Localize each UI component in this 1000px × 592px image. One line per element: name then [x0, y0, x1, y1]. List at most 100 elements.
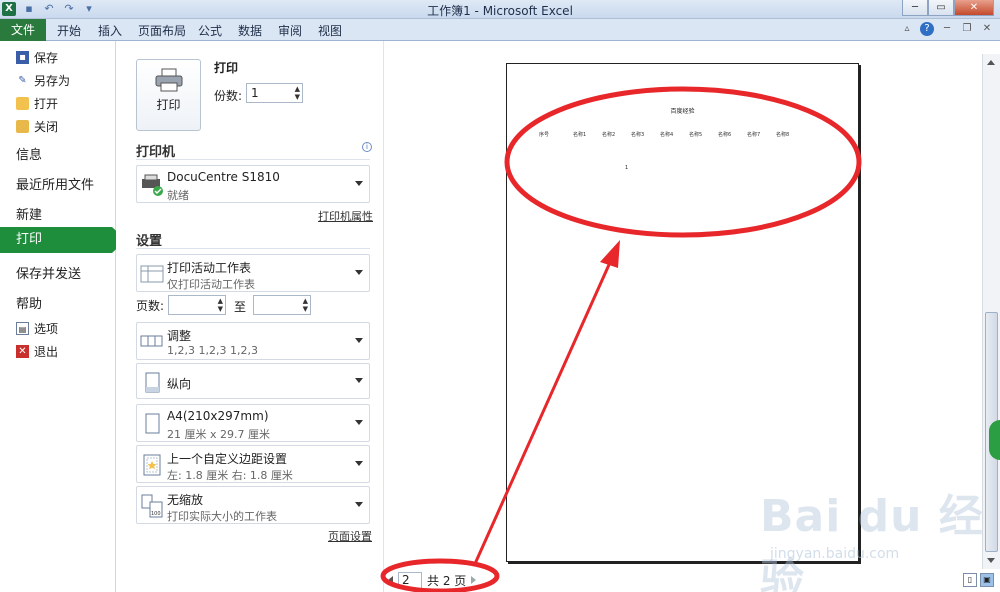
printer-icon — [155, 68, 182, 92]
printer-heading: 打印机 — [136, 145, 176, 160]
side-feedback-tab[interactable] — [989, 420, 1000, 460]
preview-column-header: 名称4 — [660, 132, 674, 138]
workbook-restore-icon[interactable]: ❐ — [960, 22, 974, 36]
chevron-down-icon — [355, 461, 363, 466]
workbook-minimize-icon[interactable]: ─ — [940, 22, 954, 36]
title-bar: X ▪ ↶ ↷ ▾ 工作簿1 - Microsoft Excel ─ ▭ ✕ — [0, 0, 1000, 19]
total-pages: 共 2 页 — [427, 573, 467, 588]
nav-save-send[interactable]: 保存并发送 — [16, 263, 81, 282]
chevron-down-icon — [355, 420, 363, 425]
tab-view[interactable]: 视图 — [318, 22, 342, 39]
tab-review[interactable]: 审阅 — [278, 22, 302, 39]
print-settings-panel: 打印 打印 份数: 1 ▲ ▼ 打印机 i DocuCentre S1810 就绪… — [116, 41, 384, 592]
nav-save-as[interactable]: ✎ 另存为 — [16, 72, 70, 89]
print-scope-dropdown[interactable]: 打印活动工作表 仅打印活动工作表 — [136, 254, 370, 292]
preview-column-header: 名称6 — [718, 132, 732, 138]
divider — [136, 159, 370, 160]
orientation-value: 纵向 — [167, 377, 192, 391]
copies-label: 份数: — [214, 89, 243, 103]
nav-options[interactable]: ▤ 选项 — [16, 320, 58, 337]
nav-exit[interactable]: ✕ 退出 — [16, 343, 58, 360]
pages-to-label: 至 — [234, 300, 247, 314]
nav-save-label: 保存 — [34, 51, 59, 65]
chevron-down-icon — [355, 502, 363, 507]
chevron-down-icon — [355, 181, 363, 186]
orientation-dropdown[interactable]: 纵向 — [136, 363, 370, 399]
preview-column-header: 名称1 — [573, 132, 587, 138]
help-icon[interactable]: ? — [920, 22, 934, 36]
baidu-watermark: Bai du 经验 — [760, 491, 984, 592]
tab-page-layout[interactable]: 页面布局 — [138, 22, 186, 39]
tab-insert[interactable]: 插入 — [98, 22, 122, 39]
preview-column-header: 序号 — [539, 132, 550, 138]
print-button-label: 打印 — [156, 98, 181, 112]
nav-open-label: 打开 — [34, 97, 59, 111]
current-page-input[interactable]: 2 — [398, 571, 422, 589]
ribbon-right-icons: ▵ ? ─ ❐ ✕ — [900, 22, 994, 36]
collate-dropdown[interactable]: 调整 1,2,3 1,2,3 1,2,3 — [136, 322, 370, 360]
stepper-arrows-icon[interactable]: ▲ ▼ — [303, 297, 308, 313]
divider — [136, 248, 370, 249]
page-setup-link[interactable]: 页面设置 — [328, 528, 372, 544]
scaling-dropdown[interactable]: 100 无缩放 打印实际大小的工作表 — [136, 486, 370, 524]
stepper-arrows-icon[interactable]: ▲ ▼ — [295, 85, 300, 101]
printer-ready-icon — [142, 174, 163, 196]
nav-close[interactable]: 关闭 — [16, 118, 58, 135]
ribbon-tabs: 文件 开始 插入 页面布局 公式 数据 审阅 视图 ▵ ? ─ ❐ ✕ — [0, 19, 1000, 41]
ribbon-minimize-icon[interactable]: ▵ — [900, 22, 914, 36]
scaling-icon: 100 — [141, 494, 163, 518]
exit-icon: ✕ — [16, 345, 29, 358]
page-navigator: 2 共 2 页 — [388, 570, 477, 590]
scroll-up-icon[interactable] — [987, 60, 995, 65]
preview-column-header: 名称5 — [689, 132, 703, 138]
close-button[interactable]: ✕ — [954, 0, 994, 16]
tab-file[interactable]: 文件 — [0, 19, 46, 41]
workbook-close-icon[interactable]: ✕ — [980, 22, 994, 36]
options-icon: ▤ — [16, 322, 29, 335]
chevron-down-icon — [355, 270, 363, 275]
preview-column-header: 名称8 — [776, 132, 790, 138]
margins-dropdown[interactable]: 上一个自定义边距设置 左: 1.8 厘米 右: 1.8 厘米 — [136, 445, 370, 483]
printer-properties-link[interactable]: 打印机属性 — [318, 208, 373, 224]
paper-size-dropdown[interactable]: A4(210x297mm) 21 厘米 x 29.7 厘米 — [136, 404, 370, 442]
nav-open[interactable]: 打开 — [16, 95, 58, 112]
preview-column-header: 名称7 — [747, 132, 761, 138]
print-scope-sub: 仅打印活动工作表 — [167, 278, 255, 291]
info-icon[interactable]: i — [362, 142, 372, 152]
folder-close-icon — [16, 120, 29, 133]
next-page-icon[interactable] — [471, 576, 477, 584]
window-title: 工作簿1 - Microsoft Excel — [427, 4, 573, 18]
preview-column-header: 名称2 — [602, 132, 616, 138]
pages-from-stepper[interactable]: ▲ ▼ — [168, 295, 226, 315]
printer-status: 就绪 — [167, 189, 189, 202]
nav-save[interactable]: ▪ 保存 — [16, 49, 58, 66]
collate-main: 调整 — [167, 329, 192, 343]
worksheet-icon — [140, 265, 164, 283]
margins-sub: 左: 1.8 厘米 右: 1.8 厘米 — [167, 469, 293, 482]
printer-name: DocuCentre S1810 — [167, 170, 280, 184]
tab-home[interactable]: 开始 — [57, 22, 81, 39]
minimize-button[interactable]: ─ — [902, 0, 928, 16]
stepper-arrows-icon[interactable]: ▲ ▼ — [218, 297, 223, 313]
portrait-icon — [145, 372, 160, 393]
printer-dropdown[interactable]: DocuCentre S1810 就绪 — [136, 165, 370, 203]
scaling-main: 无缩放 — [167, 493, 204, 507]
baidu-watermark-url: jingyan.baidu.com — [770, 546, 900, 562]
preview-cell-value: 1 — [625, 165, 629, 171]
nav-close-label: 关闭 — [34, 120, 59, 134]
tab-formulas[interactable]: 公式 — [198, 22, 222, 39]
tab-data[interactable]: 数据 — [238, 22, 262, 39]
nav-info[interactable]: 信息 — [16, 144, 42, 163]
nav-new[interactable]: 新建 — [16, 204, 42, 223]
print-button[interactable]: 打印 — [136, 59, 201, 131]
nav-print[interactable]: 打印 — [0, 227, 126, 253]
pages-to-stepper[interactable]: ▲ ▼ — [253, 295, 311, 315]
settings-heading: 设置 — [136, 234, 163, 249]
nav-help[interactable]: 帮助 — [16, 293, 42, 312]
copies-stepper[interactable]: 1 ▲ ▼ — [246, 83, 303, 103]
previous-page-icon[interactable] — [388, 576, 393, 584]
copies-value: 1 — [251, 86, 259, 100]
collate-icon — [140, 335, 163, 347]
nav-recent[interactable]: 最近所用文件 — [16, 174, 94, 193]
maximize-button[interactable]: ▭ — [928, 0, 954, 16]
